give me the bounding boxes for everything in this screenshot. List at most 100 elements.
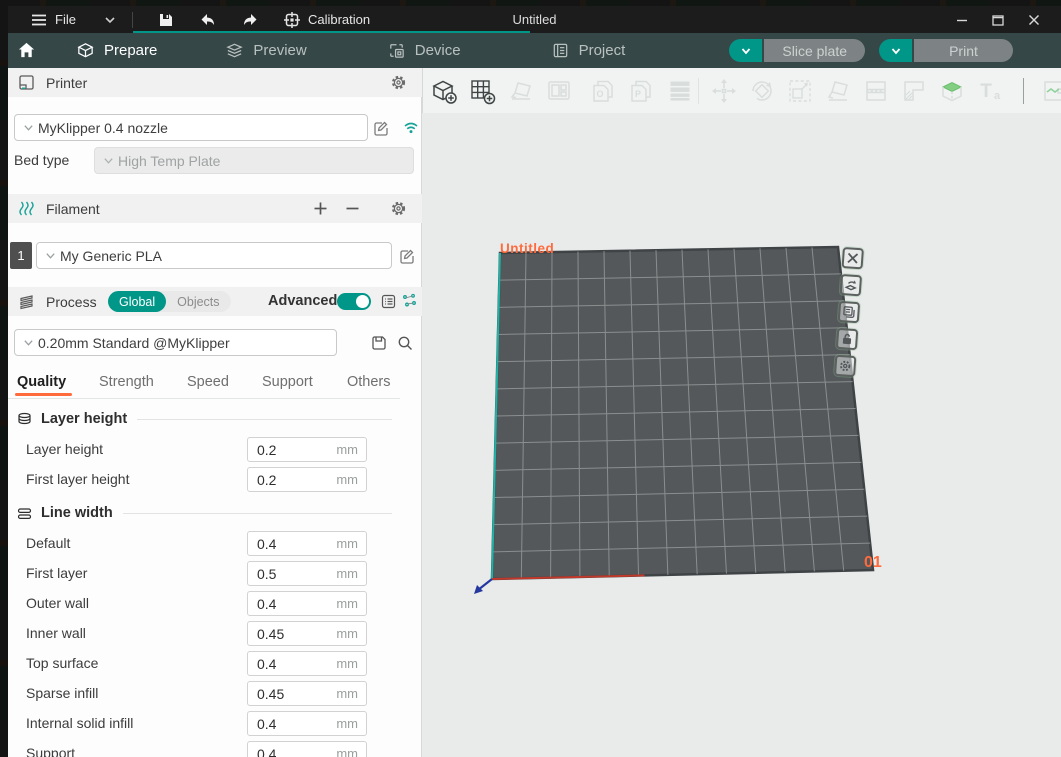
process-tab-others[interactable]: Others: [347, 374, 391, 390]
printer-preset-combo[interactable]: MyKlipper 0.4 nozzle: [14, 114, 368, 141]
setting-label: Layer height: [26, 441, 103, 457]
tab-project[interactable]: Project: [527, 33, 650, 68]
auto-orient-icon: [507, 76, 537, 106]
add-filament-icon[interactable]: [312, 200, 329, 217]
support-paint-icon: [899, 76, 929, 106]
setting-value: 0.45: [257, 686, 336, 702]
build-plate[interactable]: [422, 113, 1061, 757]
screen-edge-left: [0, 0, 8, 757]
setting-input[interactable]: 0.4mm: [247, 711, 367, 736]
tab-project-label: Project: [579, 42, 626, 59]
setting-label: First layer height: [26, 471, 129, 487]
filament-index-badge[interactable]: 1: [10, 242, 32, 269]
process-scope-toggle: Global Objects: [108, 291, 231, 312]
process-tab-support[interactable]: Support: [262, 374, 313, 390]
chevron-down-icon: [890, 45, 902, 57]
filament-preset-value: My Generic PLA: [60, 248, 162, 264]
printer-icon: [17, 73, 36, 92]
preset-list-icon[interactable]: [380, 293, 397, 310]
add-object-icon[interactable]: [429, 76, 459, 106]
print-options-dropdown[interactable]: [879, 39, 912, 62]
layer-height-icon: [16, 411, 33, 428]
tab-device[interactable]: Device: [363, 33, 485, 68]
active-tab-underline: [15, 393, 72, 396]
calibration-button[interactable]: Calibration: [283, 11, 370, 29]
minimize-icon[interactable]: [955, 13, 969, 27]
tab-preview[interactable]: Preview: [201, 33, 330, 68]
scope-objects-option[interactable]: Objects: [166, 291, 230, 312]
setting-value: 0.4: [257, 746, 336, 757]
undo-icon[interactable]: [199, 11, 217, 29]
scale-icon: [785, 76, 815, 106]
place-on-face-icon: [823, 76, 853, 106]
wifi-connection-icon[interactable]: [402, 118, 420, 136]
setting-row: Default0.4mm: [8, 531, 400, 557]
process-tab-quality[interactable]: Quality: [17, 374, 66, 390]
process-tab-speed[interactable]: Speed: [187, 374, 229, 390]
calibration-icon: [283, 11, 301, 29]
print-button[interactable]: Print: [879, 39, 1013, 62]
setting-label: Sparse infill: [26, 685, 98, 701]
scope-global-option[interactable]: Global: [108, 291, 166, 312]
tab-prepare[interactable]: Prepare: [46, 33, 187, 68]
save-icon[interactable]: [157, 11, 175, 29]
remove-filament-icon[interactable]: [344, 200, 361, 217]
compare-presets-icon[interactable]: [401, 292, 418, 309]
setting-input[interactable]: 0.2mm: [247, 467, 367, 492]
setting-input[interactable]: 0.4mm: [247, 651, 367, 676]
setting-value: 0.4: [257, 536, 336, 552]
bed-type-combo[interactable]: High Temp Plate: [94, 147, 414, 174]
process-preset-value: 0.20mm Standard @MyKlipper: [38, 335, 230, 351]
setting-row: Sparse infill 0.45mm: [8, 681, 400, 707]
printer-section-header: Printer: [8, 68, 422, 97]
process-tabs: Quality Strength Speed Support Others: [8, 368, 400, 398]
setting-input[interactable]: 0.4mm: [247, 591, 367, 616]
printer-settings-gear-icon[interactable]: [390, 74, 407, 91]
advanced-toggle[interactable]: [337, 293, 371, 310]
home-button[interactable]: [8, 33, 44, 68]
redo-icon[interactable]: [241, 11, 259, 29]
edit-filament-icon[interactable]: [398, 247, 416, 265]
maximize-icon[interactable]: [991, 13, 1005, 27]
toolbar-separator: [1023, 78, 1024, 104]
filament-preset-combo[interactable]: My Generic PLA: [36, 242, 392, 269]
setting-unit: mm: [336, 536, 358, 551]
delete-plate-icon[interactable]: [842, 247, 864, 269]
setting-unit: mm: [336, 746, 358, 757]
process-section-header: Process Global Objects Advanced: [8, 287, 422, 316]
chevron-down-icon[interactable]: [104, 14, 116, 26]
setting-input[interactable]: 0.4mm: [247, 531, 367, 556]
setting-value: 0.4: [257, 716, 336, 732]
setting-label: Top surface: [26, 655, 98, 671]
slice-plate-button[interactable]: Slice plate: [729, 39, 865, 62]
plate-settings-icon[interactable]: [838, 301, 860, 323]
search-settings-icon[interactable]: [396, 334, 414, 352]
slice-options-dropdown[interactable]: [729, 39, 762, 62]
3d-viewport[interactable]: Untitled 01: [422, 113, 1061, 757]
setting-input[interactable]: 0.4mm: [247, 741, 367, 757]
titlebar-separator: [132, 12, 133, 28]
setting-input[interactable]: 0.45mm: [247, 681, 367, 706]
process-preset-combo[interactable]: 0.20mm Standard @MyKlipper: [14, 329, 337, 356]
setting-input[interactable]: 0.2mm: [247, 437, 367, 462]
move-icon: [709, 76, 739, 106]
add-plate-icon[interactable]: [467, 76, 497, 106]
setting-input[interactable]: 0.5mm: [247, 561, 367, 586]
svg-text:O: O: [596, 89, 603, 99]
svg-text:a: a: [994, 90, 1001, 102]
setting-value: 0.4: [257, 656, 336, 672]
chevron-down-icon: [23, 122, 34, 133]
filament-settings-gear-icon[interactable]: [390, 200, 407, 217]
file-menu[interactable]: File: [30, 11, 76, 29]
save-preset-icon[interactable]: [370, 334, 388, 352]
prepare-icon: [76, 41, 95, 60]
setting-input[interactable]: 0.45mm: [247, 621, 367, 646]
close-icon[interactable]: [1027, 13, 1041, 27]
setting-value: 0.2: [257, 442, 336, 458]
plate-gear-icon[interactable]: [834, 355, 856, 377]
lock-plate-icon[interactable]: [836, 328, 858, 350]
edit-printer-icon[interactable]: [372, 119, 390, 137]
setting-label: Support: [26, 745, 75, 757]
process-tab-strength[interactable]: Strength: [99, 374, 154, 390]
orient-plate-icon[interactable]: [840, 274, 862, 296]
